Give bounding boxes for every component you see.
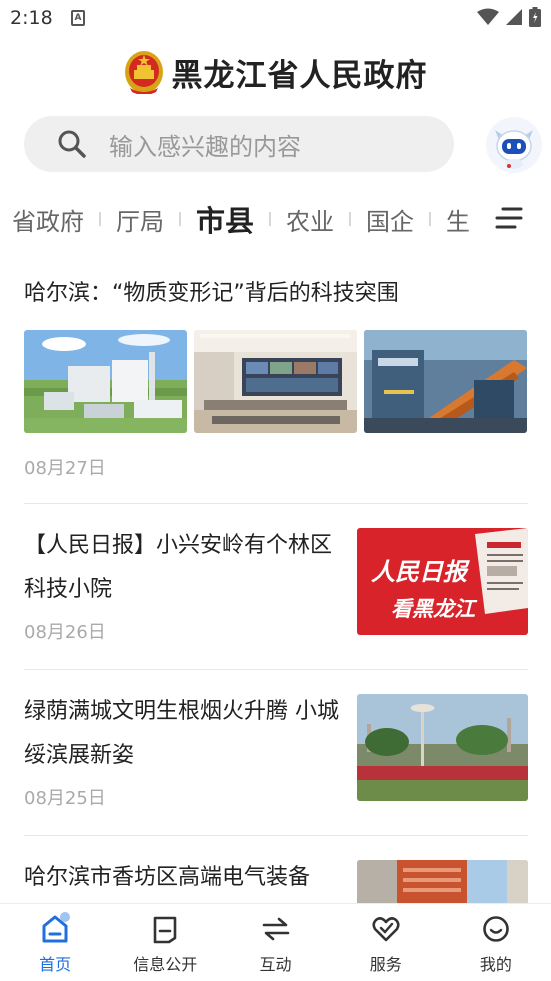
home-active-bubble <box>60 912 70 922</box>
status-icons <box>477 7 541 27</box>
tab-departments[interactable]: 厅局 <box>116 202 164 237</box>
national-emblem-icon <box>124 51 163 94</box>
channel-menu-icon[interactable] <box>495 205 523 231</box>
battery-icon <box>529 7 541 27</box>
tab-divider <box>429 212 432 226</box>
notification-a-icon: A <box>71 10 85 26</box>
nav-label: 我的 <box>479 955 512 974</box>
news-item[interactable]: 绿荫满城文明生根烟火升腾 小城绥滨展新姿 08月25日 <box>24 670 528 836</box>
signal-icon <box>506 9 522 25</box>
search-icon <box>58 130 86 158</box>
search-placeholder: 输入感兴趣的内容 <box>109 132 301 161</box>
news-list: 哈尔滨：“物质变形记”背后的科技突围 08月27日 【人民日报】小兴安岭有个林区… <box>24 272 528 981</box>
bottom-navigation: 首页 信息公开 互动 服务 我的 <box>0 903 551 981</box>
news-title: 哈尔滨：“物质变形记”背后的科技突围 <box>24 281 399 306</box>
newspaper-slogan-text: 看黑龙江 <box>391 596 478 621</box>
tab-divider <box>99 212 101 226</box>
nav-label: 信息公开 <box>133 955 198 974</box>
status-time: 2:18 <box>10 7 53 29</box>
nav-home[interactable]: 首页 <box>0 904 110 981</box>
news-thumbnail-peoples-daily: 人民日报 看黑龙江 <box>357 528 528 635</box>
news-date: 08月26日 <box>24 622 106 643</box>
tab-cities-counties[interactable]: 市县 <box>196 198 254 240</box>
news-title: 哈尔滨市香坊区高端电气装备 <box>24 865 311 890</box>
news-thumbnail-control-room <box>194 330 357 433</box>
news-date: 08月25日 <box>24 788 106 809</box>
service-heart-icon <box>372 917 400 942</box>
app-header: 黑龙江省人民政府 <box>0 48 551 96</box>
app-title: 黑龙江省人民政府 <box>171 57 428 94</box>
status-bar: 2:18 A <box>0 0 551 36</box>
news-date: 08月27日 <box>24 458 106 479</box>
nav-info-disclosure[interactable]: 信息公开 <box>110 904 220 981</box>
news-image-row <box>24 330 527 433</box>
news-title: 【人民日报】小兴安岭有个林区科技小院 <box>24 533 333 602</box>
tab-state-enterprises[interactable]: 国企 <box>366 202 414 237</box>
interaction-icon <box>262 917 289 941</box>
search-input[interactable]: 输入感兴趣的内容 <box>24 116 454 172</box>
robot-assistant-icon[interactable] <box>485 116 543 174</box>
news-thumbnail-city-square <box>357 694 528 801</box>
news-item[interactable]: 【人民日报】小兴安岭有个林区科技小院 08月26日 人民日报 看黑龙江 <box>24 504 528 670</box>
tab-provincial-government[interactable]: 省政府 <box>12 202 84 237</box>
tab-divider <box>349 212 352 226</box>
news-thumbnail-plant <box>24 330 187 433</box>
nav-interaction[interactable]: 互动 <box>220 904 330 981</box>
news-item[interactable]: 哈尔滨：“物质变形记”背后的科技突围 08月27日 <box>24 272 528 504</box>
tab-agriculture[interactable]: 农业 <box>286 202 334 237</box>
nav-service[interactable]: 服务 <box>331 904 441 981</box>
news-thumbnail-machinery <box>364 330 527 433</box>
wifi-icon <box>477 8 499 25</box>
tab-divider <box>269 212 272 226</box>
nav-profile[interactable]: 我的 <box>441 904 551 981</box>
nav-label: 服务 <box>369 955 402 974</box>
info-disclosure-icon <box>153 916 177 944</box>
channel-tabs: 省政府 厅局 市县 农业 国企 生 <box>12 196 470 242</box>
nav-label: 互动 <box>259 955 292 974</box>
channel-tab-bar: 省政府 厅局 市县 农业 国企 生 <box>0 196 551 242</box>
newspaper-masthead-text: 人民日报 <box>371 557 470 586</box>
tab-divider <box>179 212 181 226</box>
profile-smile-icon <box>483 916 509 942</box>
news-title: 绿荫满城文明生根烟火升腾 小城绥滨展新姿 <box>24 699 339 768</box>
nav-label: 首页 <box>39 955 72 974</box>
